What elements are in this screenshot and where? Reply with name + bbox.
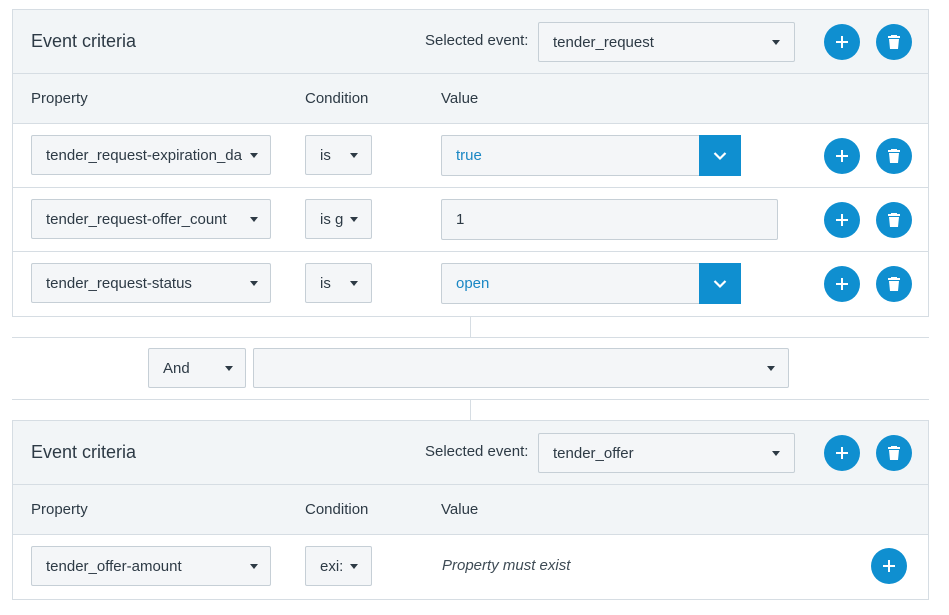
connector-line xyxy=(470,400,471,420)
value-text: open xyxy=(456,275,490,292)
plus-icon xyxy=(836,150,848,162)
property-select[interactable]: tender_request-expiration_da xyxy=(31,135,271,175)
divider xyxy=(12,337,929,338)
property-value: tender_request-status xyxy=(46,275,192,292)
caret-down-icon xyxy=(772,40,780,45)
selected-event-select[interactable]: tender_offer xyxy=(538,433,795,473)
caret-down-icon xyxy=(250,217,258,222)
selected-event-label: Selected event: xyxy=(425,443,529,460)
plus-icon xyxy=(836,447,848,459)
selected-event-value: tender_request xyxy=(553,34,654,51)
delete-criteria-button[interactable] xyxy=(876,435,912,471)
caret-down-icon xyxy=(772,451,780,456)
condition-value: is xyxy=(320,275,331,292)
selected-event-value: tender_offer xyxy=(553,445,634,462)
property-value: tender_offer-amount xyxy=(46,558,182,575)
condition-value: is g xyxy=(320,211,344,228)
value-select[interactable]: true xyxy=(441,135,741,176)
column-property: Property xyxy=(31,90,88,107)
panel-header: Event criteria Selected event: tender_re… xyxy=(13,10,928,74)
value-dropdown-button[interactable] xyxy=(699,263,741,304)
property-select[interactable]: tender_request-offer_count xyxy=(31,199,271,239)
caret-down-icon xyxy=(225,366,233,371)
add-row-button[interactable] xyxy=(824,138,860,174)
value-hint: Property must exist xyxy=(442,557,571,574)
trash-icon xyxy=(888,149,900,163)
add-criteria-button[interactable] xyxy=(824,24,860,60)
event-criteria-panel-2: Event criteria Selected event: tender_of… xyxy=(12,420,929,600)
delete-criteria-button[interactable] xyxy=(876,24,912,60)
column-header: Property Condition Value xyxy=(13,485,928,535)
criteria-row: tender_request-status is open xyxy=(13,252,928,316)
add-row-button[interactable] xyxy=(824,202,860,238)
selected-event-select[interactable]: tender_request xyxy=(538,22,795,62)
chevron-down-icon xyxy=(713,151,727,160)
condition-value: exi: xyxy=(320,558,344,575)
plus-icon xyxy=(836,36,848,48)
condition-select[interactable]: is xyxy=(305,135,372,175)
property-value: tender_request-offer_count xyxy=(46,211,227,228)
value-select[interactable]: open xyxy=(441,263,741,304)
join-event-select[interactable] xyxy=(253,348,789,388)
delete-row-button[interactable] xyxy=(876,138,912,174)
value-text: true xyxy=(456,147,482,164)
caret-down-icon xyxy=(350,564,358,569)
column-header: Property Condition Value xyxy=(13,74,928,124)
condition-select[interactable]: is g xyxy=(305,199,372,239)
value-input[interactable]: 1 xyxy=(441,199,778,240)
plus-icon xyxy=(883,560,895,572)
trash-icon xyxy=(888,446,900,460)
criteria-row: tender_request-expiration_da is true xyxy=(13,124,928,188)
add-row-button[interactable] xyxy=(871,548,907,584)
delete-row-button[interactable] xyxy=(876,202,912,238)
caret-down-icon xyxy=(250,281,258,286)
condition-select[interactable]: exi: xyxy=(305,546,372,586)
trash-icon xyxy=(888,35,900,49)
criteria-row: tender_request-offer_count is g 1 xyxy=(13,188,928,252)
add-row-button[interactable] xyxy=(824,266,860,302)
event-criteria-panel-1: Event criteria Selected event: tender_re… xyxy=(12,9,929,317)
join-operator-select[interactable]: And xyxy=(148,348,246,388)
panel-header: Event criteria Selected event: tender_of… xyxy=(13,421,928,485)
selected-event-label: Selected event: xyxy=(425,32,529,49)
column-condition: Condition xyxy=(305,501,369,518)
criteria-row: tender_offer-amount exi: Property must e… xyxy=(13,535,928,599)
caret-down-icon xyxy=(250,564,258,569)
column-value: Value xyxy=(441,90,479,107)
property-select[interactable]: tender_offer-amount xyxy=(31,546,271,586)
condition-value: is xyxy=(320,147,331,164)
join-operator-value: And xyxy=(163,360,190,377)
value-dropdown-button[interactable] xyxy=(699,135,741,176)
column-value: Value xyxy=(441,501,479,518)
caret-down-icon xyxy=(350,217,358,222)
caret-down-icon xyxy=(250,153,258,158)
column-property: Property xyxy=(31,501,88,518)
trash-icon xyxy=(888,213,900,227)
plus-icon xyxy=(836,278,848,290)
trash-icon xyxy=(888,277,900,291)
property-select[interactable]: tender_request-status xyxy=(31,263,271,303)
connector-line xyxy=(470,317,471,338)
delete-row-button[interactable] xyxy=(876,266,912,302)
column-condition: Condition xyxy=(305,90,369,107)
panel-title: Event criteria xyxy=(31,442,137,462)
caret-down-icon xyxy=(350,153,358,158)
chevron-down-icon xyxy=(713,279,727,288)
add-criteria-button[interactable] xyxy=(824,435,860,471)
plus-icon xyxy=(836,214,848,226)
property-value: tender_request-expiration_da xyxy=(46,147,242,164)
condition-select[interactable]: is xyxy=(305,263,372,303)
caret-down-icon xyxy=(767,366,775,371)
caret-down-icon xyxy=(350,281,358,286)
panel-title: Event criteria xyxy=(31,31,137,51)
